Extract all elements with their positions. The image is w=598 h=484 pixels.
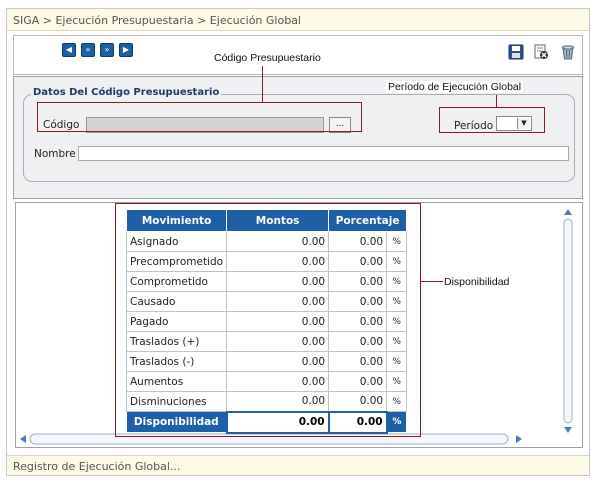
next-record-button[interactable]: » — [100, 43, 114, 57]
codigo-annotation: Código Presupuestario — [214, 52, 321, 64]
periodo-annotation-box — [439, 107, 545, 133]
first-record-button[interactable]: ◀ — [62, 43, 76, 57]
delete-icon[interactable] — [560, 44, 576, 60]
nombre-label: Nombre — [34, 148, 76, 160]
codigo-annotation-leader — [262, 66, 263, 102]
vertical-scrollbar[interactable] — [562, 207, 574, 435]
periodo-annotation-leader — [496, 95, 497, 107]
last-record-button[interactable]: ▶ — [119, 43, 133, 57]
datos-panel: Datos Del Código Presupuestario Código .… — [13, 76, 583, 199]
cancel-icon[interactable] — [533, 44, 549, 60]
disponibilidad-annotation: Disponibilidad — [444, 276, 510, 288]
status-bar: Registro de Ejecución Global... — [7, 455, 589, 475]
previous-record-button[interactable]: « — [81, 43, 95, 57]
codigo-annotation-box — [37, 102, 362, 132]
breadcrumb: SIGA > Ejecución Presupuestaria > Ejecuc… — [7, 9, 589, 31]
disponibilidad-annotation-box — [115, 203, 421, 437]
datos-legend: Datos Del Código Presupuestario — [31, 87, 222, 98]
disponibilidad-annotation-leader — [421, 281, 443, 282]
nombre-input[interactable] — [78, 146, 569, 161]
periodo-annotation: Período de Ejecución Global — [386, 81, 524, 93]
save-icon[interactable] — [508, 44, 524, 60]
